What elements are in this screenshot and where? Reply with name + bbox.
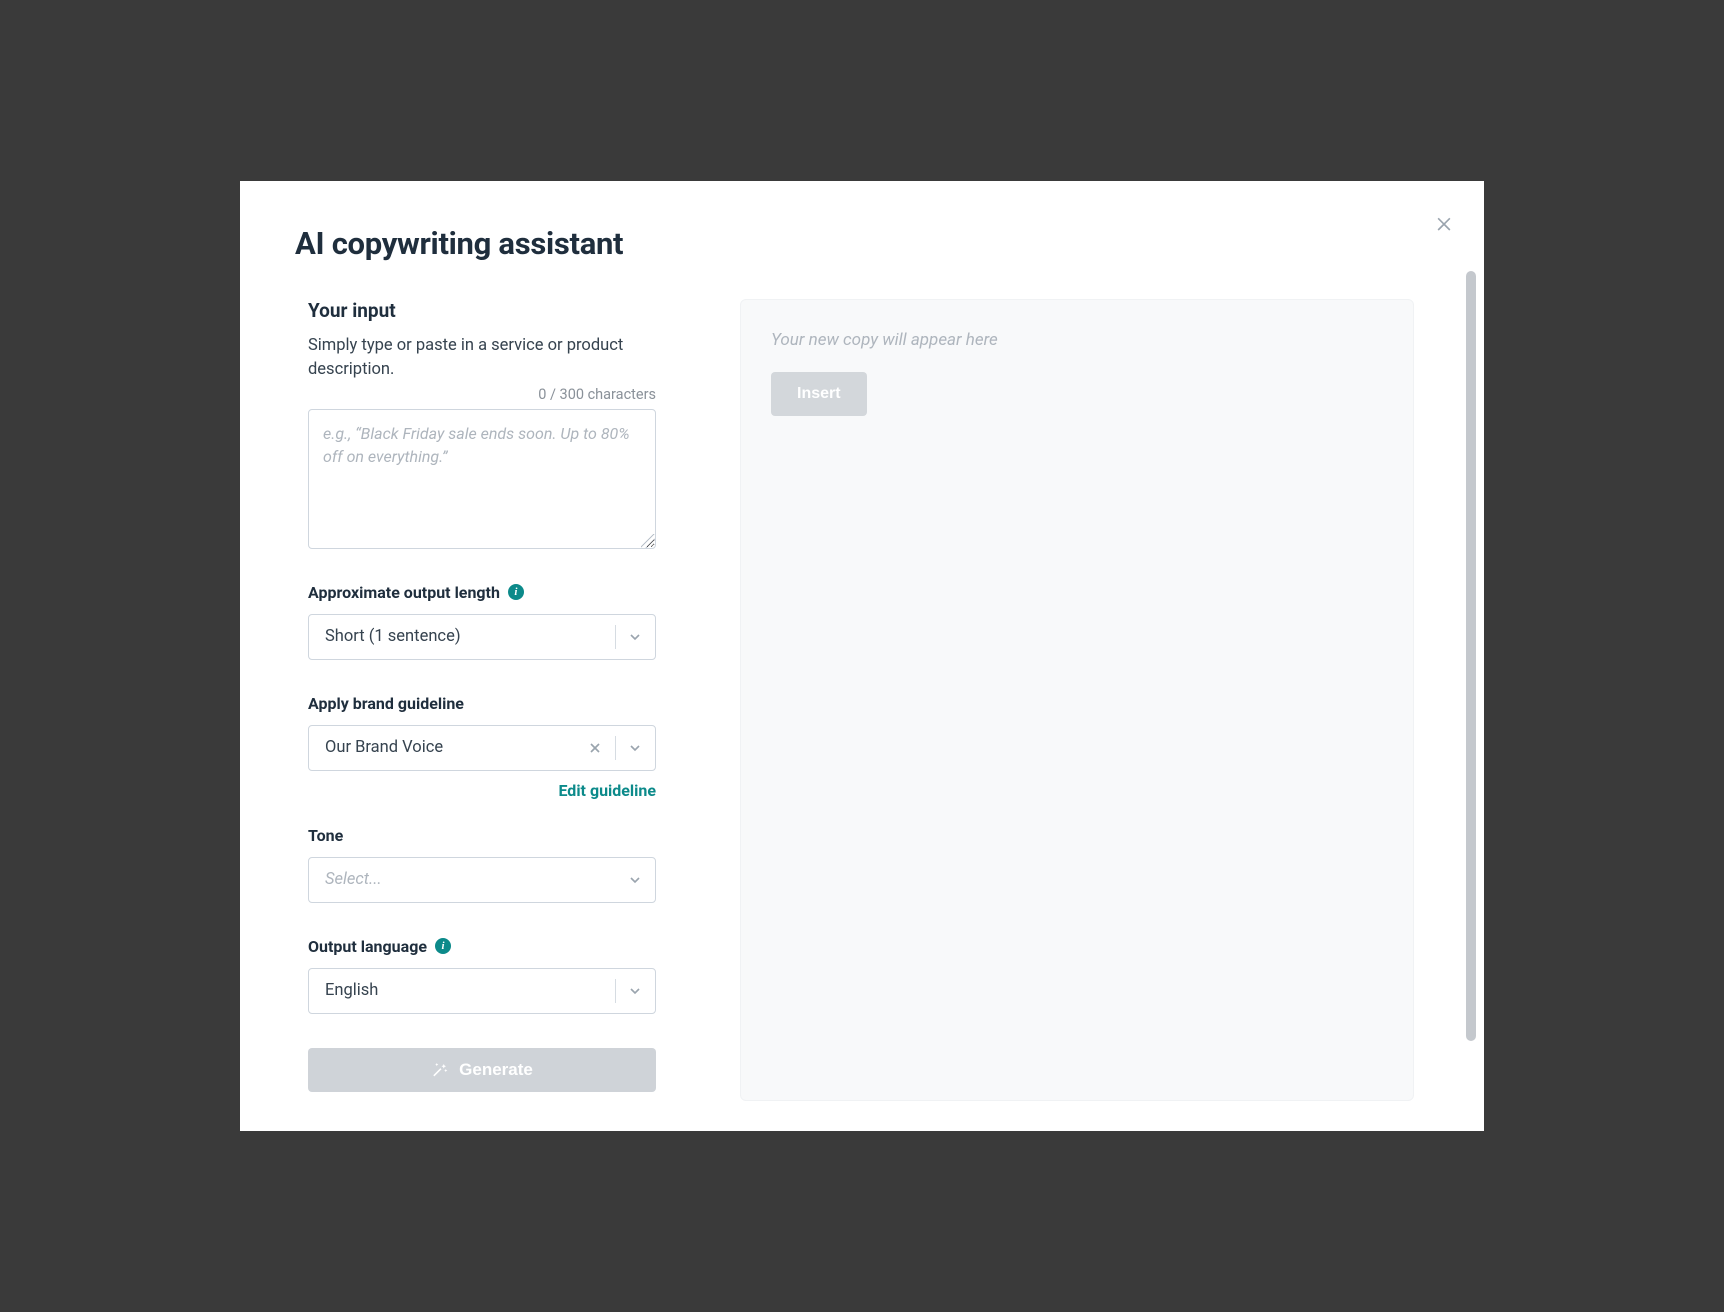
edit-guideline-link[interactable]: Edit guideline: [558, 781, 656, 800]
output-panel: Your new copy will appear here Insert: [740, 299, 1414, 1101]
tone-select[interactable]: Select...: [308, 857, 656, 903]
field-output-language: Output language i English: [308, 937, 656, 1014]
chevron-down-icon: [615, 969, 655, 1013]
magic-wand-icon: [431, 1061, 449, 1079]
info-icon[interactable]: i: [435, 938, 451, 954]
ai-copywriting-modal: AI copywriting assistant Your input Simp…: [240, 181, 1484, 1131]
chevron-down-icon: [615, 858, 655, 902]
description-textarea[interactable]: [308, 409, 656, 549]
output-language-label: Output language: [308, 937, 427, 956]
char-counter: 0 / 300 characters: [308, 386, 656, 403]
output-length-value: Short (1 sentence): [309, 627, 615, 646]
tone-label: Tone: [308, 826, 343, 845]
modal-title: AI copywriting assistant: [295, 225, 623, 262]
chevron-down-icon: [615, 726, 655, 770]
field-tone: Tone Select...: [308, 826, 656, 903]
output-language-select[interactable]: English: [308, 968, 656, 1014]
input-panel: Your input Simply type or paste in a ser…: [308, 299, 656, 1101]
field-brand-guideline: Apply brand guideline Our Brand Voice Ed…: [308, 694, 656, 800]
output-language-value: English: [309, 981, 615, 1000]
close-icon: [587, 740, 603, 756]
tone-placeholder: Select...: [309, 870, 615, 889]
chevron-down-icon: [615, 615, 655, 659]
close-icon: [1434, 213, 1454, 233]
clear-brand-guideline[interactable]: [575, 726, 615, 770]
scrollbar-track[interactable]: [1466, 271, 1476, 1041]
field-output-length: Approximate output length i Short (1 sen…: [308, 583, 656, 660]
output-placeholder: Your new copy will appear here: [771, 330, 1383, 350]
insert-label: Insert: [797, 385, 841, 402]
info-icon[interactable]: i: [508, 584, 524, 600]
generate-label: Generate: [459, 1060, 533, 1080]
close-button[interactable]: [1434, 213, 1454, 233]
scrollbar-thumb[interactable]: [1466, 271, 1476, 1041]
brand-guideline-label: Apply brand guideline: [308, 694, 464, 713]
output-length-select[interactable]: Short (1 sentence): [308, 614, 656, 660]
modal-content: Your input Simply type or paste in a ser…: [308, 299, 1444, 1101]
brand-guideline-value: Our Brand Voice: [309, 738, 575, 757]
input-description: Simply type or paste in a service or pro…: [308, 334, 656, 382]
input-heading: Your input: [308, 299, 656, 322]
output-length-label: Approximate output length: [308, 583, 500, 602]
insert-button[interactable]: Insert: [771, 372, 867, 416]
generate-button[interactable]: Generate: [308, 1048, 656, 1092]
brand-guideline-select[interactable]: Our Brand Voice: [308, 725, 656, 771]
